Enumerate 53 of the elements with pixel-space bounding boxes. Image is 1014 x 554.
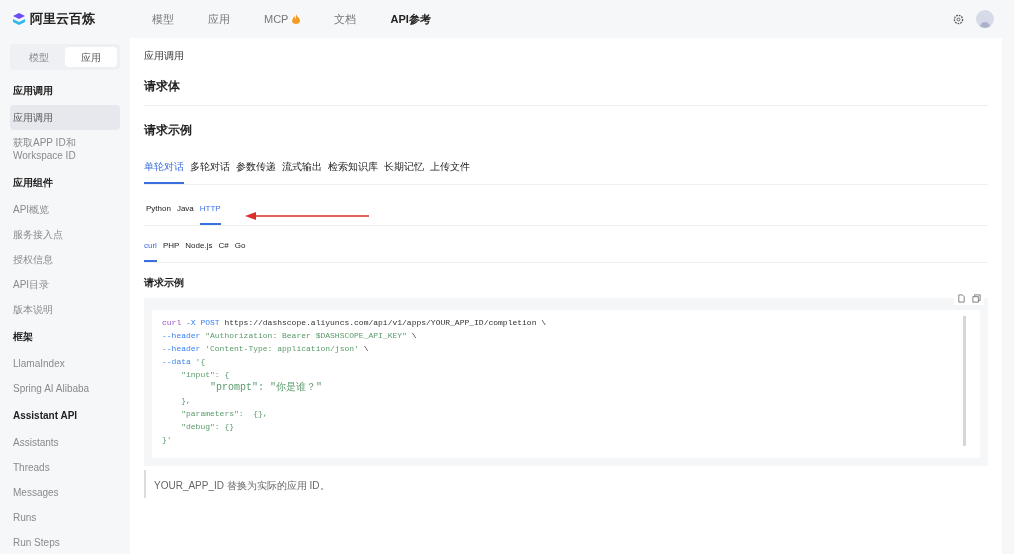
sidebar-item[interactable]: Messages: [10, 480, 120, 505]
sidebar-heading: Assistant API: [12, 409, 79, 423]
tab[interactable]: 流式输出: [282, 159, 322, 184]
sidebar-item[interactable]: 获取APP ID和Workspace ID: [10, 130, 120, 168]
tab[interactable]: Python: [146, 203, 171, 225]
breadcrumb: 应用调用: [144, 49, 185, 63]
sidebar-heading: 应用调用: [12, 84, 54, 98]
sidebar-item[interactable]: 授权信息: [10, 247, 120, 272]
tab[interactable]: Node.js: [185, 240, 213, 262]
nav-link[interactable]: 应用: [208, 10, 230, 28]
code-sample: curl -X POST https://dashscope.aliyuncs.com/api/v1/apps/YOUR_APP_ID/completion \ --header "Authorization: Bearer $DASHSCOPE_API_KEY" \ --header 'Content-Type: application/json' \ --data '{ "input": { "prompt": "你是谁？" }, "parameters": {}, "debug": {} }': [162, 317, 548, 446]
tab[interactable]: 上传文件: [430, 159, 470, 184]
flame-icon: [292, 14, 301, 24]
example-title: 请求示例: [144, 276, 185, 290]
logo-icon: [12, 12, 26, 26]
sidebar-heading: 应用组件: [12, 176, 54, 190]
sidebar-item[interactable]: API目录: [10, 272, 120, 297]
tab[interactable]: 长期记忆: [384, 159, 424, 184]
nav-link[interactable]: 模型: [152, 10, 174, 28]
settings-icon[interactable]: [953, 13, 964, 25]
sidebar-item[interactable]: Spring AI Alibaba: [10, 376, 120, 401]
sidebar-item[interactable]: Assistants: [10, 430, 120, 455]
switch-option[interactable]: 模型: [13, 47, 65, 67]
tab[interactable]: C#: [218, 240, 229, 262]
avatar[interactable]: [976, 10, 994, 28]
tab[interactable]: curl: [144, 240, 157, 262]
nav-link[interactable]: MCP: [264, 10, 301, 28]
sidebar-item[interactable]: 版本说明: [10, 297, 120, 322]
sidebar-heading: 框架: [12, 330, 34, 344]
tab[interactable]: 参数传递: [236, 159, 276, 184]
sidebar-item[interactable]: Run Steps: [10, 530, 120, 554]
section-heading: 请求体: [144, 77, 988, 106]
sidebar-item[interactable]: Threads: [10, 455, 120, 480]
tab[interactable]: Go: [234, 240, 246, 262]
tab[interactable]: PHP: [162, 240, 180, 262]
nav-link[interactable]: 文档: [334, 10, 357, 28]
sidebar-item[interactable]: LlamaIndex: [10, 351, 120, 376]
brand-name: 阿里云百炼: [30, 10, 95, 29]
sidebar-item[interactable]: 服务接入点: [10, 222, 120, 247]
section-heading: 请求示例: [144, 122, 193, 139]
copy-icon[interactable]: [972, 294, 981, 303]
tab[interactable]: Java: [176, 203, 194, 225]
sidebar-item[interactable]: Runs: [10, 505, 120, 530]
tab[interactable]: 单轮对话: [144, 159, 184, 184]
note-text: YOUR_APP_ID 替换为实际的应用 ID。: [154, 480, 330, 491]
switch-option[interactable]: 应用: [65, 47, 117, 67]
sidebar-item[interactable]: API概览: [10, 197, 120, 222]
tab[interactable]: 检索知识库: [328, 159, 378, 184]
nav-link[interactable]: API参考: [390, 10, 431, 28]
sidebar-item[interactable]: 应用调用: [10, 105, 120, 130]
tab[interactable]: HTTP: [199, 203, 221, 225]
document-icon[interactable]: [957, 294, 966, 303]
tab[interactable]: 多轮对话: [190, 159, 230, 184]
